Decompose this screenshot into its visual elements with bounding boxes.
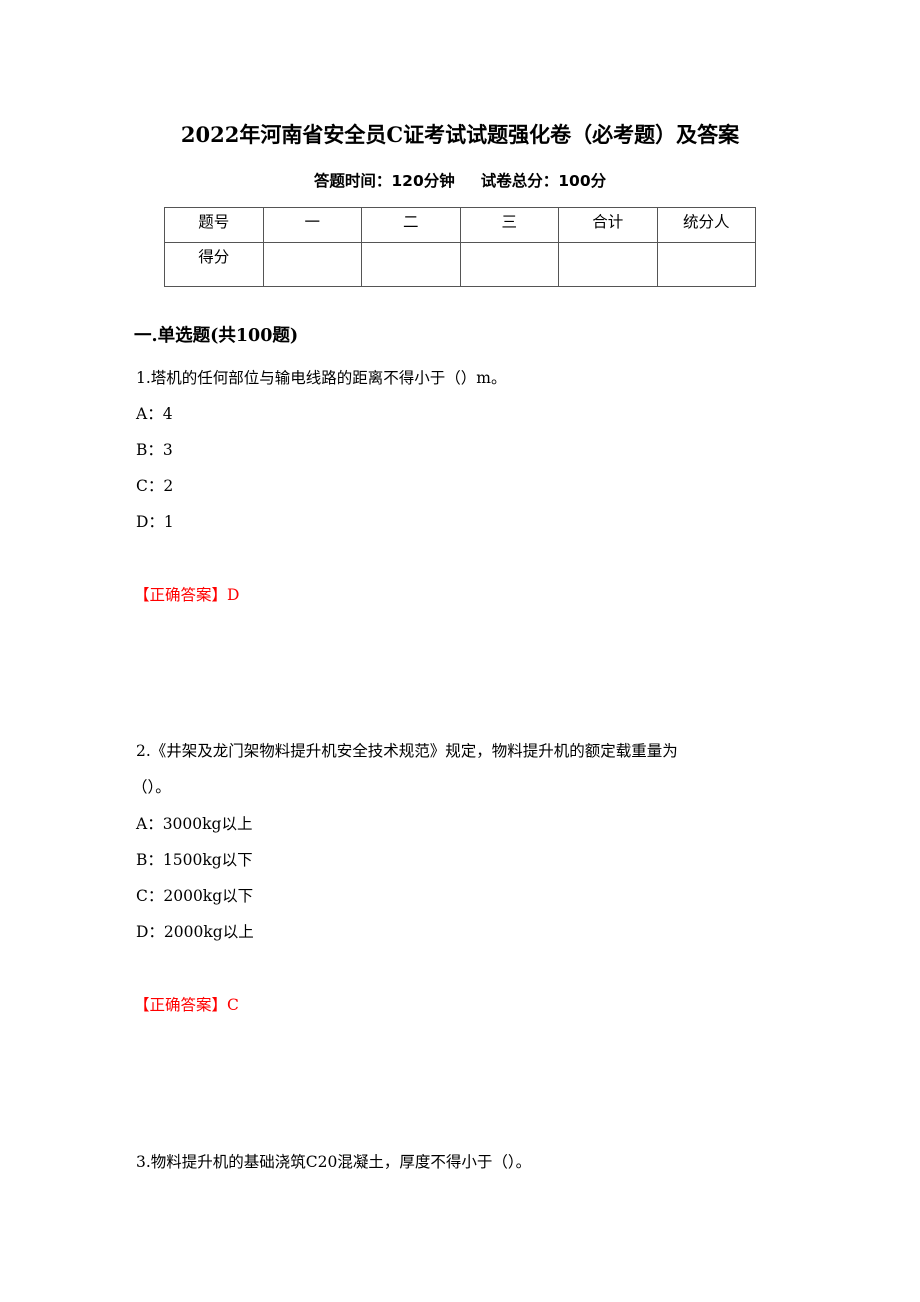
- score-table-cell: 一: [262, 207, 362, 243]
- question-2-option-a: A：3000kg以上: [136, 815, 253, 833]
- exam-meta: 答题时间：120分钟 试卷总分：100分: [0, 170, 920, 192]
- question-1-option-a: A：4: [136, 405, 173, 423]
- question-2-stem-line2: （）。: [132, 778, 171, 796]
- question-1-stem: 1.塔机的任何部位与输电线路的距离不得小于（）m。: [136, 369, 507, 387]
- question-2-stem-line1: 2.《井架及龙门架物料提升机安全技术规范》规定，物料提升机的额定载重量为: [136, 742, 678, 760]
- section-heading: 一.单选题(共100题): [134, 326, 299, 346]
- document-title: 2022年河南省安全员C证考试试题强化卷（必考题）及答案: [180, 122, 740, 147]
- question-3-stem: 3.物料提升机的基础浇筑C20混凝土，厚度不得小于（）。: [136, 1153, 532, 1171]
- score-table-cell: [656, 242, 756, 287]
- question-2-option-c: C：2000kg以下: [136, 887, 254, 905]
- score-table-cell: 二: [361, 207, 461, 243]
- question-2-option-b: B：1500kg以下: [136, 851, 253, 869]
- exam-time: 答题时间：120分钟: [313, 172, 455, 190]
- question-2-answer: 【正确答案】C: [134, 996, 239, 1014]
- score-table-header-row: 题号 一 二 三 合计 统分人: [164, 207, 756, 243]
- score-table-cell: 合计: [558, 207, 658, 243]
- question-1-answer: 【正确答案】D: [134, 586, 240, 604]
- question-1-option-b: B：3: [136, 441, 173, 459]
- score-table-cell: 三: [459, 207, 559, 243]
- question-1-option-d: D：1: [136, 513, 174, 531]
- exam-total-score: 试卷总分：100分: [480, 172, 607, 190]
- score-table-cell: [459, 242, 559, 287]
- question-1-option-c: C：2: [136, 477, 174, 495]
- score-table-cell: 得分: [164, 242, 264, 287]
- score-table-cell: 统分人: [656, 207, 756, 243]
- score-table-cell: 题号: [164, 207, 264, 243]
- score-table-cell: [558, 242, 658, 287]
- score-table: 题号 一 二 三 合计 统分人 得分: [164, 207, 756, 287]
- score-table-cell: [361, 242, 461, 287]
- score-table-cell: [262, 242, 362, 287]
- question-2-option-d: D：2000kg以上: [136, 923, 254, 941]
- score-table-score-row: 得分: [164, 242, 756, 287]
